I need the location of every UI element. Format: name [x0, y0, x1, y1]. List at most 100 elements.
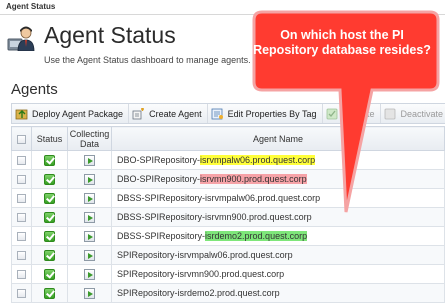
row-select-cell[interactable] — [11, 188, 32, 208]
status-ok-icon — [44, 173, 55, 185]
collecting-data-play-icon[interactable] — [84, 230, 95, 242]
agent-host-name: isrvmn900.prod.quest.corp — [200, 174, 307, 184]
create-agent-button[interactable]: Create Agent — [129, 104, 208, 123]
agent-name-cell[interactable]: DBSS-SPIRepository-isrvmn900.prod.quest.… — [111, 207, 445, 227]
edit-properties-icon — [211, 108, 223, 119]
row-checkbox[interactable] — [17, 175, 26, 185]
status-cell — [31, 150, 68, 170]
agent-name-cell[interactable]: DBSS-SPIRepository-isrvmpalw06.prod.ques… — [111, 188, 445, 208]
status-column-header[interactable]: Status — [31, 126, 68, 151]
row-checkbox[interactable] — [17, 289, 26, 299]
agents-toolbar: Deploy Agent Package Create Agent Edit P… — [11, 103, 445, 124]
agents-table: Status Collecting Data Agent Name DBO-SP… — [11, 126, 445, 303]
agent-name-prefix: DBO-SPIRepository- — [117, 155, 201, 165]
row-checkbox[interactable] — [17, 232, 26, 242]
collecting-data-cell[interactable] — [67, 150, 112, 170]
agent-name-cell[interactable]: SPIRepository-isrvmn900.prod.quest.corp — [111, 264, 445, 284]
status-cell — [31, 245, 68, 265]
status-ok-icon — [44, 211, 55, 223]
agent-name-prefix: SPIRepository- — [117, 288, 178, 298]
breadcrumb-divider — [0, 14, 445, 15]
table-row[interactable]: DBSS-SPIRepository-isrvmpalw06.prod.ques… — [11, 188, 445, 208]
agent-host-name: isrvmpalw06.prod.quest.corp — [205, 193, 321, 203]
status-cell — [31, 207, 68, 227]
activate-icon — [326, 108, 337, 119]
row-checkbox[interactable] — [17, 156, 26, 166]
status-cell — [31, 264, 68, 284]
deploy-agent-package-button[interactable]: Deploy Agent Package — [12, 104, 130, 123]
agent-name-cell[interactable]: DBO-SPIRepository-isrvmn900.prod.quest.c… — [111, 169, 445, 189]
status-cell — [31, 226, 68, 246]
activate-button[interactable]: Activate — [323, 104, 381, 123]
agents-table-body: DBO-SPIRepository-isrvmpalw06.prod.quest… — [11, 150, 445, 303]
agent-name-cell[interactable]: DBO-SPIRepository-isrvmpalw06.prod.quest… — [111, 150, 445, 170]
page-title: Agent Status — [44, 22, 176, 48]
agent-name-prefix: SPIRepository- — [117, 269, 178, 279]
row-select-cell[interactable] — [11, 207, 32, 227]
row-select-cell[interactable] — [11, 245, 32, 265]
deploy-agent-package-label: Deploy Agent Package — [32, 108, 124, 119]
collecting-data-cell[interactable] — [67, 207, 112, 227]
table-row[interactable]: DBO-SPIRepository-isrvmpalw06.prod.quest… — [11, 150, 445, 170]
agent-name-column-header[interactable]: Agent Name — [111, 126, 445, 151]
status-ok-icon — [44, 268, 55, 280]
deactivate-label: Deactivate — [400, 108, 444, 119]
collecting-data-play-icon[interactable] — [84, 173, 95, 185]
collecting-data-play-icon[interactable] — [84, 211, 95, 223]
collecting-data-play-icon[interactable] — [84, 154, 95, 166]
row-select-cell[interactable] — [11, 150, 32, 170]
agent-name-prefix: DBSS-SPIRepository- — [117, 231, 206, 241]
status-cell — [31, 169, 68, 189]
agent-host-name: isrvmn900.prod.quest.corp — [177, 269, 285, 279]
agent-name-cell[interactable]: SPIRepository-isrvmpalw06.prod.quest.cor… — [111, 245, 445, 265]
collecting-data-column-header[interactable]: Collecting Data — [67, 126, 112, 151]
section-title-agents: Agents — [11, 81, 58, 98]
select-all-header[interactable] — [11, 126, 32, 151]
row-select-cell[interactable] — [11, 264, 32, 284]
table-row[interactable]: SPIRepository-isrvmpalw06.prod.quest.cor… — [11, 245, 445, 265]
agent-name-prefix: SPIRepository- — [117, 250, 178, 260]
agent-name-prefix: DBO-SPIRepository- — [117, 174, 201, 184]
table-row[interactable]: DBSS-SPIRepository-isrdemo2.prod.quest.c… — [11, 226, 445, 246]
collecting-data-play-icon[interactable] — [84, 192, 95, 204]
table-header-row: Status Collecting Data Agent Name — [11, 126, 445, 151]
agent-user-icon — [7, 26, 35, 51]
collecting-data-cell[interactable] — [67, 169, 112, 189]
collecting-header-line2: Data — [79, 138, 99, 149]
collecting-data-cell[interactable] — [67, 264, 112, 284]
select-all-checkbox[interactable] — [17, 134, 26, 144]
row-checkbox[interactable] — [17, 270, 26, 280]
deploy-package-icon — [15, 109, 28, 119]
agent-host-name: isrdemo2.prod.quest.corp — [205, 231, 308, 241]
row-checkbox[interactable] — [17, 251, 26, 261]
collecting-data-play-icon[interactable] — [84, 268, 95, 280]
agent-name-prefix: DBSS-SPIRepository- — [117, 212, 206, 222]
status-cell — [31, 188, 68, 208]
agent-host-name: isrvmpalw06.prod.quest.corp — [200, 155, 316, 165]
activate-label: Activate — [342, 108, 375, 119]
agent-name-prefix: DBSS-SPIRepository- — [117, 193, 206, 203]
collecting-data-cell[interactable] — [67, 245, 112, 265]
collecting-data-cell[interactable] — [67, 226, 112, 246]
table-row[interactable]: DBO-SPIRepository-isrvmn900.prod.quest.c… — [11, 169, 445, 189]
status-ok-icon — [44, 230, 55, 242]
row-select-cell[interactable] — [11, 169, 32, 189]
agent-host-name: isrvmn900.prod.quest.corp — [205, 212, 312, 222]
table-row[interactable]: DBSS-SPIRepository-isrvmn900.prod.quest.… — [11, 207, 445, 227]
collecting-data-cell[interactable] — [67, 188, 112, 208]
status-ok-icon — [44, 249, 55, 261]
edit-properties-label: Edit Properties By Tag — [227, 108, 317, 119]
deactivate-button[interactable]: Deactivate — [381, 104, 445, 123]
collecting-data-play-icon[interactable] — [84, 249, 95, 261]
row-checkbox[interactable] — [17, 194, 26, 204]
row-checkbox[interactable] — [17, 213, 26, 223]
deactivate-icon — [384, 108, 395, 119]
agent-name-cell[interactable]: DBSS-SPIRepository-isrdemo2.prod.quest.c… — [111, 226, 445, 246]
table-row[interactable]: SPIRepository-isrvmn900.prod.quest.corp — [11, 264, 445, 284]
row-select-cell[interactable] — [11, 226, 32, 246]
collecting-data-play-icon[interactable] — [84, 287, 95, 299]
status-ok-icon — [44, 154, 55, 166]
create-agent-icon — [132, 107, 145, 119]
edit-properties-by-tag-button[interactable]: Edit Properties By Tag — [208, 104, 323, 123]
status-ok-icon — [44, 287, 55, 299]
